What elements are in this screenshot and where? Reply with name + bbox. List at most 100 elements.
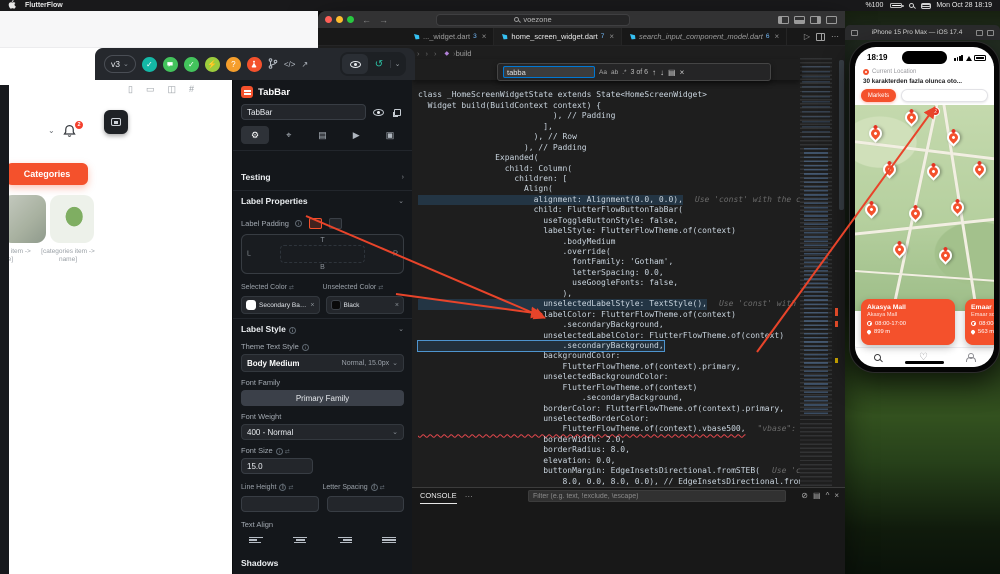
padding-unlink-toggle[interactable] [329,218,342,229]
breadcrumb-method[interactable]: build [453,49,471,58]
map-pin[interactable] [906,204,924,222]
map-pin[interactable] [936,246,954,264]
code-line[interactable]: alignment: Alignment(0.0, 0.0),Use 'cons… [418,195,800,205]
whole-word-toggle[interactable]: ab [611,69,618,76]
simulator-screenshot-icon[interactable] [976,30,983,36]
code-line[interactable]: .secondaryBackground, [418,341,800,351]
map-pin[interactable] [902,108,920,126]
map-pin[interactable] [970,160,988,178]
widget-name-input[interactable] [241,104,366,120]
find-input[interactable] [503,66,595,78]
code-line[interactable]: FlutterFlowTheme.of(context).vbase500,"v… [418,424,800,434]
code-line[interactable]: ), // Row [418,132,800,142]
vscode-scrollbar[interactable] [838,58,845,487]
code-line[interactable]: elevation: 0.0, [418,456,800,466]
section-testing[interactable]: Testing › [241,172,404,182]
code-line[interactable]: unselectedBorderColor: [418,414,800,424]
console-list-icon[interactable]: ▤ [813,491,821,500]
status-check-icon[interactable]: ✓ [142,57,157,72]
section-label-style[interactable]: Label Style ⌄ [241,324,404,334]
toggle-panel-icon[interactable] [794,16,805,24]
font-weight-dropdown[interactable]: 400 - Normal ⌄ [241,424,404,440]
zoom-window-button[interactable] [347,16,354,23]
set-from-variable-icon[interactable] [287,284,294,291]
code-line[interactable]: children: [ [418,174,800,184]
market-card[interactable]: Akasya Mall Akasya Mall 08:00-17:00 899 … [861,299,955,345]
market-card[interactable]: Emaar Square Mall Emaar squa 08:00-22:00… [965,299,994,345]
code-view-icon[interactable]: </> [284,60,296,69]
location-row[interactable]: Current Location [863,69,916,75]
simulator-menu-icon[interactable] [851,30,858,36]
minimap[interactable] [800,58,838,487]
set-from-variable-icon[interactable] [376,284,383,291]
split-editor-icon[interactable] [816,33,825,41]
set-from-variable-icon[interactable] [378,484,385,491]
markets-chip[interactable]: Markets [861,89,896,102]
check-icon[interactable]: ✓ [184,57,199,72]
selected-color-chip[interactable]: Secondary Background × [241,296,320,314]
chat-icon[interactable] [163,57,178,72]
map-pin[interactable] [948,198,966,216]
history-forward-icon[interactable]: → [379,15,388,25]
clear-console-icon[interactable]: ⊘ [801,491,808,500]
canvas-mode-button[interactable] [104,110,128,134]
tab-close-icon[interactable] [609,32,614,41]
regex-toggle[interactable]: .* [622,69,626,76]
padding-bottom-field[interactable]: B [320,264,325,271]
docs-tab-icon[interactable]: ▣ [376,126,404,144]
code-line[interactable]: ), [418,289,800,299]
ff-canvas[interactable]: ▯ ▭ ◫ # ⌄ 2 Categories [categories item … [0,48,232,574]
set-from-variable-icon[interactable] [283,446,290,455]
match-case-toggle[interactable]: Aa [599,69,607,76]
map-view[interactable]: 2 [855,105,994,311]
breadcrumb[interactable] [423,49,432,58]
code-line[interactable]: backgroundColor: [418,351,800,361]
font-family-button[interactable]: Primary Family [241,390,404,406]
tab-close-icon[interactable] [774,32,779,41]
console-tab[interactable]: CONSOLE [420,489,457,504]
code-line[interactable]: borderWidth: 2.0, [418,435,800,445]
padding-box[interactable]: T B L R [241,234,404,274]
unselected-color-chip[interactable]: Black × [326,296,405,314]
code-line[interactable]: unselectedBackgroundColor: [418,372,800,382]
iphone-screen[interactable]: 18:19 Current Location 30 karakterden fa… [855,47,994,367]
code-line[interactable]: labelColor: FlutterFlowTheme.of(context) [418,310,800,320]
padding-top-field[interactable]: T [320,237,324,244]
history-back-icon[interactable]: ← [362,15,371,25]
map-search-input[interactable] [901,89,988,102]
device-phone-icon[interactable]: ▯ [128,84,133,95]
device-desktop-icon[interactable]: ◫ [167,84,176,95]
code-line[interactable]: unselectedLabelStyle: TextStyle(),Use 'c… [418,299,800,309]
align-justify-button[interactable] [374,532,404,548]
code-line[interactable]: letterSpacing: 0.0, [418,268,800,278]
code-area[interactable]: ), // Padding ], ), // Row ), // Padding… [412,80,800,487]
code-line[interactable]: child: Column( [418,164,800,174]
padding-link-toggle[interactable] [309,218,322,229]
code-line[interactable]: unselectedLabelColor: FlutterFlowTheme.o… [418,331,800,341]
visibility-icon[interactable] [371,106,385,119]
code-line[interactable]: Align( [418,184,800,194]
close-find-icon[interactable]: × [680,68,685,77]
version-chip[interactable]: v3 ⌄ [104,55,136,73]
text-style-dropdown[interactable]: Body Medium Normal, 15.0px⌄ [241,354,404,372]
toolbar-caret[interactable]: ⌄ [390,60,404,68]
console-lines[interactable] [418,507,841,539]
code-line[interactable]: useToggleButtonStyle: false, [418,216,800,226]
map-pin[interactable] [924,162,942,180]
clear-color-icon[interactable]: × [395,302,399,309]
breadcrumb[interactable] [414,49,423,58]
export-icon[interactable]: ↗ [301,60,308,69]
code-line[interactable]: ), // Padding [418,111,800,121]
test-flask-icon[interactable] [247,57,262,72]
map-pin[interactable] [862,200,880,218]
map-pin[interactable] [866,124,884,142]
editor-tab[interactable]: home_screen_widget.dart 7 [494,28,622,45]
run-icon[interactable]: ▷ [804,32,810,41]
code-line[interactable]: .bodyMedium [418,237,800,247]
code-line[interactable]: child: FlutterFlowButtonTabBar( [418,205,800,215]
more-actions-icon[interactable]: ⋯ [831,32,839,41]
close-panel-icon[interactable]: × [834,491,839,500]
maximize-panel-icon[interactable]: ^ [826,491,830,500]
categories-chip[interactable]: Categories [6,163,88,185]
ff-left-rail[interactable] [0,85,9,574]
